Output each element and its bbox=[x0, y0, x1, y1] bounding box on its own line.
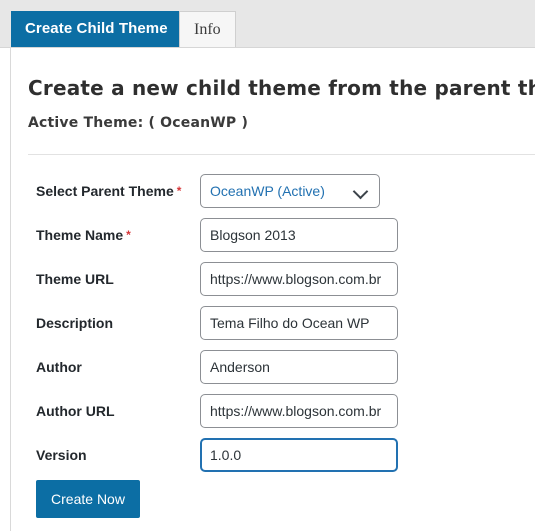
theme-name-input[interactable] bbox=[200, 218, 398, 252]
version-input[interactable] bbox=[200, 438, 398, 472]
tab-create-child-theme[interactable]: Create Child Theme bbox=[11, 11, 182, 48]
form-row-theme-name: Theme Name * bbox=[0, 216, 535, 260]
form-row-select-parent-theme: Select Parent Theme * OceanWP (Active) bbox=[0, 172, 535, 216]
description-input[interactable] bbox=[200, 306, 398, 340]
create-child-theme-form: Select Parent Theme * OceanWP (Active) Th… bbox=[0, 172, 535, 480]
create-now-button[interactable]: Create Now bbox=[36, 480, 140, 518]
section-divider bbox=[28, 154, 535, 155]
author-input[interactable] bbox=[200, 350, 398, 384]
label-select-parent-theme: Select Parent Theme * bbox=[36, 183, 182, 199]
label-author: Author bbox=[36, 359, 82, 375]
tab-strip: Create Child Theme Info bbox=[0, 0, 535, 48]
form-row-theme-url: Theme URL bbox=[0, 260, 535, 304]
form-row-author-url: Author URL bbox=[0, 392, 535, 436]
active-theme-label: Active Theme: ( OceanWP ) bbox=[28, 115, 249, 131]
required-asterisk: * bbox=[126, 228, 131, 242]
label-author-url: Author URL bbox=[36, 403, 115, 419]
theme-url-input[interactable] bbox=[200, 262, 398, 296]
author-url-input[interactable] bbox=[200, 394, 398, 428]
page-title: Create a new child theme from the parent… bbox=[28, 76, 535, 100]
label-theme-name: Theme Name * bbox=[36, 227, 131, 243]
tab-info[interactable]: Info bbox=[179, 11, 236, 48]
form-row-version: Version bbox=[0, 436, 535, 480]
label-description: Description bbox=[36, 315, 114, 331]
required-asterisk: * bbox=[176, 184, 182, 198]
label-version: Version bbox=[36, 447, 87, 463]
label-theme-url: Theme URL bbox=[36, 271, 114, 287]
form-row-author: Author bbox=[0, 348, 535, 392]
select-parent-theme-input[interactable]: OceanWP (Active) bbox=[200, 174, 380, 208]
form-row-description: Description bbox=[0, 304, 535, 348]
